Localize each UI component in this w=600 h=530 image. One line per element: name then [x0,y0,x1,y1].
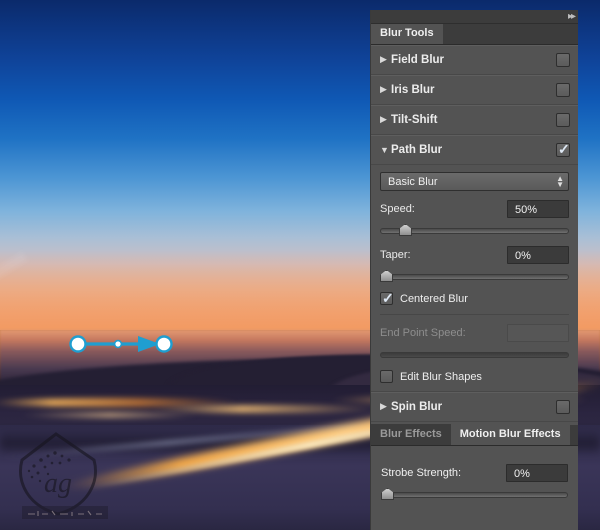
path-start-handle[interactable] [69,335,87,353]
blur-gallery-panel: ▸▸ Blur Tools ▶ Field Blur ▶ Iris Blur ▶ [370,10,578,530]
tab-blur-effects[interactable]: Blur Effects [371,424,451,445]
taper-slider-track[interactable] [380,274,569,280]
blur-effects-panel: Blur Effects Motion Blur Effects Strobe … [371,424,578,530]
strobe-strength-label: Strobe Strength: [381,467,462,479]
strobe-strength-slider-thumb[interactable] [381,488,394,500]
speed-slider[interactable] [380,223,569,237]
end-point-speed-slider-track [380,352,569,358]
centered-blur-label: Centered Blur [400,292,468,305]
blur-mode-value: Basic Blur [388,175,438,188]
section-field-blur-label: Field Blur [391,53,445,66]
chevrons-right-icon[interactable]: ▸▸ [568,11,576,23]
section-tilt-shift[interactable]: ▶ Tilt-Shift [371,105,578,135]
taper-input[interactable]: 0% [507,246,569,264]
taper-slider[interactable] [380,269,569,283]
chevron-right-icon[interactable]: ▶ [380,401,391,412]
strobe-strength-slider-track[interactable] [381,492,568,498]
end-point-speed-row: End Point Speed: [380,324,569,342]
checkbox-spin-blur[interactable] [556,399,570,414]
stepper-arrows-icon[interactable]: ▲ ▼ [556,174,564,188]
blur-mode-select[interactable]: Basic Blur ▲ ▼ [380,172,569,191]
speed-input[interactable]: 50% [507,200,569,218]
end-point-speed-input [507,324,569,342]
watermark-text: ag [44,468,72,499]
end-point-speed-label: End Point Speed: [380,327,466,339]
taper-slider-thumb[interactable] [380,270,393,282]
motion-blur-effects-body: Strobe Strength: 0% Strobe Flashes: 4 [371,446,578,530]
centered-blur-row[interactable]: Centered Blur [380,290,569,307]
chevron-right-icon[interactable]: ▶ [380,114,391,125]
taper-row: Taper: 0% [380,246,569,264]
tab-blur-tools[interactable]: Blur Tools [371,23,443,44]
section-iris-blur-label: Iris Blur [391,83,435,96]
blur-tools-body: ▶ Field Blur ▶ Iris Blur ▶ Tilt-Shift ▼ … [371,45,578,422]
speed-label: Speed: [380,203,415,215]
section-field-blur[interactable]: ▶ Field Blur [371,45,578,75]
section-path-blur[interactable]: ▼ Path Blur [371,135,578,165]
path-mid-handle[interactable] [113,339,123,349]
section-path-blur-label: Path Blur [391,143,443,156]
section-spin-blur[interactable]: ▶ Spin Blur [371,392,578,422]
path-blur-direction-handle[interactable] [60,330,190,358]
path-blur-controls: Basic Blur ▲ ▼ Speed: 50% Taper: 0% ✓ Ce… [371,165,578,392]
strobe-strength-input[interactable]: 0% [506,464,568,482]
speed-row: Speed: 50% [380,200,569,218]
light-streak [20,412,200,418]
panel-top-bar: ▸▸ [371,10,578,24]
effects-tabstrip: Blur Effects Motion Blur Effects [371,424,578,446]
checkbox-field-blur[interactable] [556,52,570,67]
section-tilt-shift-label: Tilt-Shift [391,113,438,126]
path-end-handle[interactable] [155,335,173,353]
section-spin-blur-label: Spin Blur [391,400,443,413]
taper-label: Taper: [380,249,411,261]
chevron-down-icon[interactable]: ▼ [380,145,391,155]
checkbox-path-blur[interactable] [556,141,570,158]
watermark-logo: ag [8,430,108,526]
light-streak [150,405,380,413]
divider [380,314,569,315]
edit-blur-shapes-row[interactable]: Edit Blur Shapes [380,370,569,383]
speed-slider-thumb[interactable] [398,224,412,236]
checkbox-centered-blur[interactable] [380,290,394,307]
section-iris-blur[interactable]: ▶ Iris Blur [371,75,578,105]
strobe-strength-row: Strobe Strength: 0% [381,464,568,482]
checkbox-tilt-shift[interactable] [556,112,570,127]
blur-tools-tabstrip: Blur Tools [371,23,578,45]
chevron-right-icon[interactable]: ▶ [380,84,391,95]
checkbox-edit-blur-shapes[interactable] [380,370,393,383]
edit-blur-shapes-label: Edit Blur Shapes [400,370,482,383]
photoshop-blur-gallery-screen: ag ▸▸ Blur Tools ▶ Field Blur ▶ Iris Blu… [0,0,600,530]
end-point-speed-slider [380,347,569,361]
tab-motion-blur-effects[interactable]: Motion Blur Effects [450,424,570,445]
checkbox-iris-blur[interactable] [556,82,570,97]
strobe-strength-slider[interactable] [381,487,568,501]
chevron-right-icon[interactable]: ▶ [380,54,391,65]
